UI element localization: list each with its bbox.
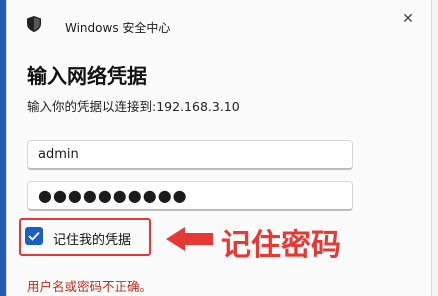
shield-icon: [27, 16, 41, 32]
username-field[interactable]: admin: [27, 140, 353, 170]
dialog-heading: 输入网络凭据: [27, 64, 147, 88]
dialog-subtitle: 输入你的凭据以连接到:192.168.3.10: [27, 99, 240, 114]
remember-checkbox[interactable]: [25, 227, 43, 245]
username-value: admin: [38, 147, 79, 162]
remember-label: 记住我的凭据: [53, 233, 132, 248]
close-icon: ✕: [402, 11, 414, 27]
annotation-arrow-icon: [166, 227, 213, 251]
password-value: ●●●●●●●●●●: [38, 186, 188, 205]
checkmark-icon: [28, 231, 40, 241]
title-bar: Windows 安全中心 ✕: [7, 0, 431, 44]
annotation-text: 记住密码: [221, 228, 341, 263]
password-field[interactable]: ●●●●●●●●●●: [27, 181, 353, 211]
error-message: 用户名或密码不正确。: [27, 279, 153, 294]
credentials-dialog: Windows 安全中心 ✕ 输入网络凭据 输入你的凭据以连接到:192.168…: [6, 0, 432, 296]
app-title: Windows 安全中心: [65, 21, 171, 35]
close-button[interactable]: ✕: [399, 10, 417, 28]
